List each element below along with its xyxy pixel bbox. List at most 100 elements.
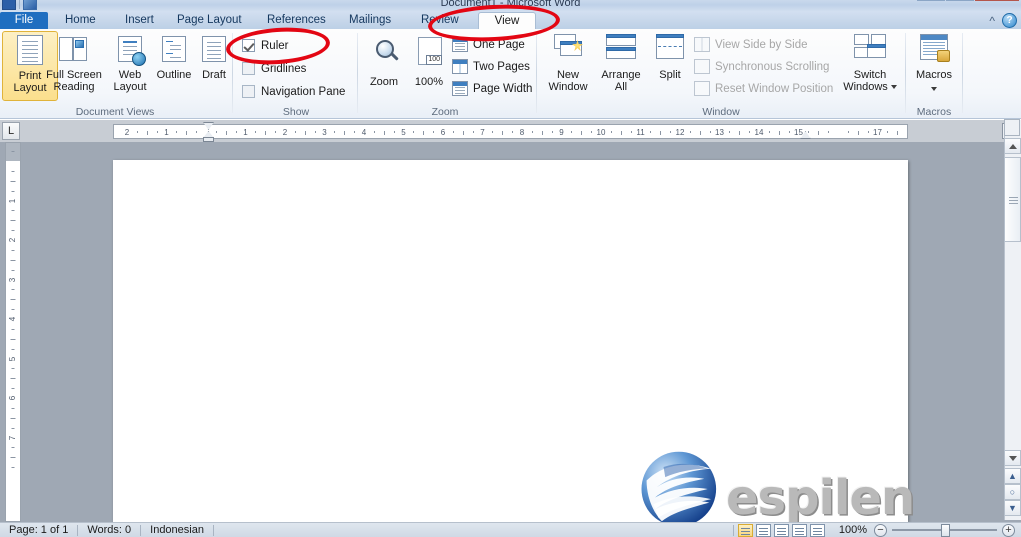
ruler-tick	[610, 131, 612, 133]
one-page-button[interactable]: One Page	[452, 37, 525, 52]
full-screen-reading-view-icon[interactable]	[755, 523, 771, 537]
ruler-tick	[887, 131, 889, 133]
draft-button[interactable]: Draft	[194, 31, 234, 101]
ruler-tick	[689, 131, 691, 133]
macros-button[interactable]: Macros	[908, 31, 960, 101]
ruler-toggle-icon[interactable]	[1004, 119, 1020, 136]
vruler-tick	[11, 427, 15, 429]
tab-stop-selector[interactable]: L	[2, 122, 20, 140]
zoom-slider-track[interactable]	[892, 524, 997, 537]
status-language[interactable]: Indonesian	[141, 524, 213, 536]
page-width-button[interactable]: Page Width	[452, 81, 532, 96]
vruler-tick	[11, 190, 15, 192]
web-layout-button[interactable]: Web Layout	[106, 31, 154, 101]
zoom-in-button[interactable]: +	[1002, 523, 1015, 537]
minimize-button[interactable]	[917, 0, 945, 1]
checkbox-ruler[interactable]: Ruler	[242, 39, 288, 52]
scroll-up-button[interactable]	[1004, 138, 1021, 154]
tab-view[interactable]: View	[478, 12, 536, 30]
tab-review[interactable]: Review	[412, 12, 468, 29]
arrange-all-button[interactable]: Arrange All	[594, 31, 648, 101]
maximize-button[interactable]	[946, 0, 974, 1]
two-pages-button[interactable]: Two Pages	[452, 59, 530, 74]
arrow-up-icon	[1008, 143, 1017, 149]
zoom-slider-thumb[interactable]	[941, 524, 950, 537]
macros-chevron-down-icon[interactable]	[931, 87, 937, 91]
arrange-all-label-1: Arrange	[601, 69, 641, 81]
document-work-area: 1 2 3 4 5 6 7 espilen	[0, 142, 1021, 527]
full-screen-reading-label-1: Full Screen	[46, 69, 102, 81]
ruler-checkbox-box[interactable]	[242, 39, 255, 52]
split-button[interactable]: Split	[648, 31, 692, 101]
ribbon-group-show: Ruler Gridlines Navigation Pane Show	[236, 29, 356, 119]
title-bar: Document1 - Microsoft Word	[0, 0, 1021, 12]
gridlines-checkbox-box[interactable]	[242, 62, 255, 75]
switch-windows-icon	[854, 34, 886, 66]
word-application-window: Document1 - Microsoft Word File Home Ins…	[0, 0, 1021, 537]
ribbon: Print Layout Full Screen Reading Web Lay…	[0, 13, 1021, 119]
vruler-tick	[10, 299, 16, 301]
tab-page-layout[interactable]: Page Layout	[168, 12, 251, 29]
outline-view-icon[interactable]	[791, 523, 807, 537]
navigation-pane-checkbox-box[interactable]	[242, 85, 255, 98]
switch-windows-label-2: Windows	[843, 81, 888, 93]
ribbon-group-zoom: Zoom 100 100% One Page Two Pages Page Wi…	[360, 29, 535, 119]
zoom-button[interactable]: Zoom	[360, 31, 408, 101]
ruler-tick	[294, 131, 296, 133]
vertical-ruler[interactable]: 1 2 3 4 5 6 7	[5, 142, 21, 522]
tab-references[interactable]: References	[258, 12, 335, 29]
horizontal-ruler[interactable]: 2 1 1 2 3 4 5 6 7 8 9 10 11 12 13 14 15 17	[113, 124, 908, 139]
zoom-out-button[interactable]: −	[874, 523, 887, 537]
window-controls[interactable]	[917, 0, 1019, 1]
arrow-down-icon	[1008, 455, 1017, 461]
web-layout-view-icon[interactable]	[773, 523, 789, 537]
ruler-tick	[462, 131, 464, 135]
scroll-down-button[interactable]	[1004, 450, 1021, 466]
tab-mailings[interactable]: Mailings	[340, 12, 400, 29]
full-screen-reading-button[interactable]: Full Screen Reading	[42, 31, 106, 101]
vruler-tick	[11, 249, 15, 251]
collapse-ribbon-icon[interactable]: ^	[989, 14, 995, 28]
zoom-100-button[interactable]: 100 100%	[406, 31, 452, 101]
status-zoom-level[interactable]: 100%	[832, 524, 874, 536]
ruler-tick	[808, 131, 810, 133]
checkbox-gridlines[interactable]: Gridlines	[242, 62, 306, 75]
draft-view-icon[interactable]	[809, 523, 825, 537]
ruler-mark: 6	[440, 128, 446, 137]
status-word-count[interactable]: Words: 0	[78, 524, 140, 536]
reset-window-position-button[interactable]: Reset Window Position	[694, 81, 833, 96]
vruler-mark: 3	[8, 277, 17, 282]
espilen-logo: espilen	[638, 450, 915, 532]
ruler-mark: 17	[873, 128, 882, 137]
tab-file[interactable]: File	[0, 12, 48, 29]
close-button[interactable]	[975, 0, 1019, 1]
draft-icon	[198, 34, 230, 66]
ruler-mark: 8	[519, 128, 525, 137]
switch-windows-button[interactable]: Switch Windows	[838, 31, 902, 101]
tab-insert[interactable]: Insert	[116, 12, 163, 29]
checkbox-navigation-pane[interactable]: Navigation Pane	[242, 85, 345, 98]
logo-wordmark: espilen	[726, 470, 915, 526]
new-window-label-1: New	[556, 69, 579, 81]
ruler-tick	[897, 131, 899, 135]
vertical-scrollbar[interactable]: ▲ ○ ▼	[1004, 119, 1021, 520]
status-page-number[interactable]: Page: 1 of 1	[0, 524, 77, 536]
view-side-by-side-button[interactable]: View Side by Side	[694, 37, 807, 52]
chevron-down-icon[interactable]	[890, 85, 897, 89]
select-browse-object-button[interactable]: ○	[1004, 484, 1021, 500]
two-pages-label: Two Pages	[473, 60, 530, 73]
help-icon[interactable]: ?	[1002, 13, 1017, 28]
outline-button[interactable]: Outline	[152, 31, 196, 101]
scrollbar-thumb[interactable]	[1004, 157, 1021, 242]
tab-home[interactable]: Home	[56, 12, 105, 29]
print-layout-view-icon[interactable]	[737, 523, 753, 537]
view-shortcut-buttons	[734, 523, 832, 537]
document-page[interactable]: espilen	[113, 160, 915, 527]
next-page-button[interactable]: ▼	[1004, 500, 1021, 516]
previous-page-button[interactable]: ▲	[1004, 468, 1021, 484]
synchronous-scrolling-button[interactable]: Synchronous Scrolling	[694, 59, 829, 74]
ruler-tick	[413, 131, 415, 133]
new-window-button[interactable]: New Window	[540, 31, 596, 101]
web-layout-icon	[114, 34, 146, 66]
vruler-tick	[10, 259, 16, 261]
